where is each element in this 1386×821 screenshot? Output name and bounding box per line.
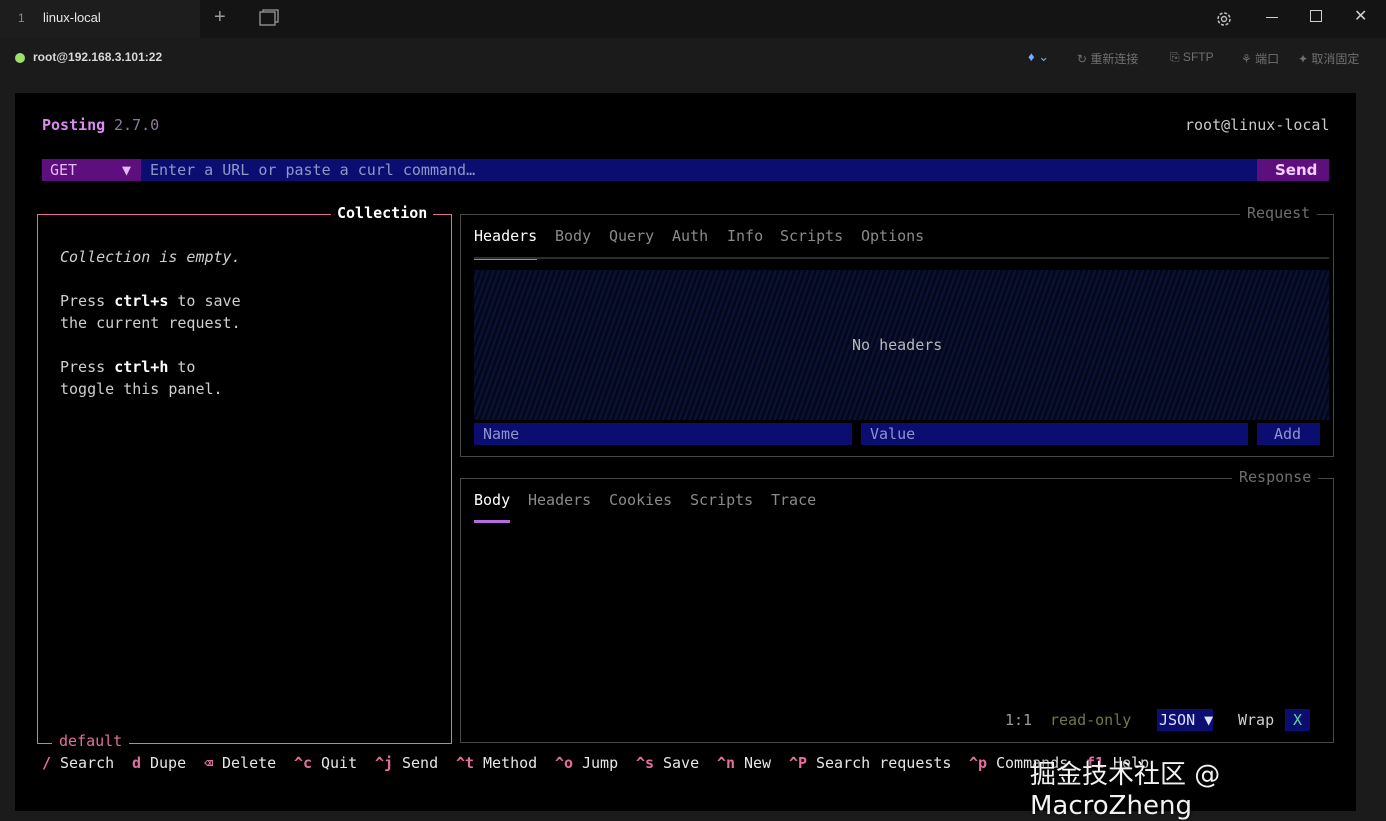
footer-search[interactable]: Search (60, 754, 114, 772)
footer-method[interactable]: Method (483, 754, 537, 772)
response-tab-headers[interactable]: Headers (528, 491, 591, 509)
close-icon[interactable]: ✕ (1354, 6, 1367, 26)
collection-footer: default (52, 732, 130, 750)
reconnect-button[interactable]: ↻ 重新连接 (1077, 50, 1138, 67)
session-host: root@192.168.3.101:22 (33, 50, 163, 64)
app-version: 2.7.0 (114, 116, 160, 134)
footer-key: ^n (717, 754, 736, 772)
response-tab-cookies[interactable]: Cookies (609, 491, 672, 509)
footer-key: ^c (294, 754, 313, 772)
tab-headers[interactable]: Headers (474, 227, 537, 245)
save-hint-line-2: the current request. (60, 314, 241, 332)
footer-key: ^o (555, 754, 574, 772)
sftp-button[interactable]: ⎘ SFTP (1170, 50, 1214, 65)
unpin-button[interactable]: ✦ 取消固定 (1298, 50, 1359, 67)
wrap-toggle-value: X (1293, 711, 1303, 729)
send-label: Send (1275, 161, 1318, 179)
footer-delete[interactable]: Delete (222, 754, 276, 772)
footer-save[interactable]: Save (663, 754, 699, 772)
footer-dupe[interactable]: Dupe (150, 754, 186, 772)
footer-key: ^P (789, 754, 808, 772)
add-header-label: Add (1274, 425, 1302, 443)
wrap-label: Wrap (1238, 711, 1275, 729)
header-value-placeholder: Value (870, 425, 916, 443)
footer-key: ^s (636, 754, 655, 772)
tab-query[interactable]: Query (609, 227, 654, 245)
tab-options[interactable]: Options (861, 227, 924, 245)
response-label: Response (1232, 468, 1319, 486)
connection-status-icon (15, 53, 25, 63)
lightbulb-icon[interactable]: ♦ ⌄ (1028, 49, 1049, 65)
header-name-placeholder: Name (483, 425, 520, 443)
cursor-position: 1:1 (1005, 711, 1033, 729)
footer-send[interactable]: Send (402, 754, 438, 772)
footer-key: / (42, 754, 52, 772)
gear-icon[interactable] (1214, 9, 1234, 29)
response-tab-body[interactable]: Body (474, 491, 510, 509)
response-tab-trace[interactable]: Trace (771, 491, 816, 509)
read-only-badge: read-only (1050, 711, 1132, 729)
maximize-icon[interactable] (1310, 10, 1322, 22)
response-panel (460, 478, 1334, 743)
header-value-input[interactable] (861, 423, 1248, 445)
footer-key: ⌫ (204, 754, 214, 772)
title-bar (0, 0, 1386, 38)
footer-search-requests[interactable]: Search requests (816, 754, 951, 772)
tab-info[interactable]: Info (727, 227, 763, 245)
collection-title: Collection (331, 204, 434, 222)
url-input[interactable]: Enter a URL or paste a curl command… (150, 161, 475, 179)
response-active-tab-indicator (474, 520, 510, 523)
footer-key: ^p (969, 754, 988, 772)
user-host: root@linux-local (1185, 116, 1330, 134)
footer-key: ^j (375, 754, 394, 772)
save-hint: Press ctrl+s to save (60, 292, 241, 310)
footer-quit[interactable]: Quit (321, 754, 357, 772)
tab-auth[interactable]: Auth (672, 227, 708, 245)
toggle-hint-line-2: toggle this panel. (60, 380, 223, 398)
footer-key: d (132, 754, 142, 772)
footer-key: ^t (456, 754, 475, 772)
plus-icon[interactable]: + (214, 6, 226, 29)
tab-scripts[interactable]: Scripts (780, 227, 843, 245)
app-name: Posting (42, 116, 106, 134)
minimize-icon[interactable] (1266, 17, 1278, 18)
header-name-input[interactable] (474, 423, 852, 445)
no-headers-text: No headers (852, 336, 943, 354)
port-button[interactable]: ⚘ 端口 (1241, 50, 1279, 67)
tab-divider (474, 257, 1329, 259)
response-tab-scripts[interactable]: Scripts (690, 491, 753, 509)
method-label: GET (50, 161, 78, 179)
tab-title[interactable]: linux-local (43, 10, 101, 25)
footer-new[interactable]: New (744, 754, 771, 772)
footer-jump[interactable]: Jump (582, 754, 618, 772)
tab-number: 1 (18, 11, 25, 25)
windows-icon[interactable] (259, 9, 279, 27)
request-label: Request (1240, 204, 1318, 222)
chevron-down-icon: ▼ (122, 161, 132, 179)
tab-body[interactable]: Body (555, 227, 591, 245)
toggle-hint: Press ctrl+h to (60, 358, 196, 376)
collection-empty-text: Collection is empty. (60, 248, 241, 266)
language-label: JSON ▼ (1159, 711, 1214, 729)
